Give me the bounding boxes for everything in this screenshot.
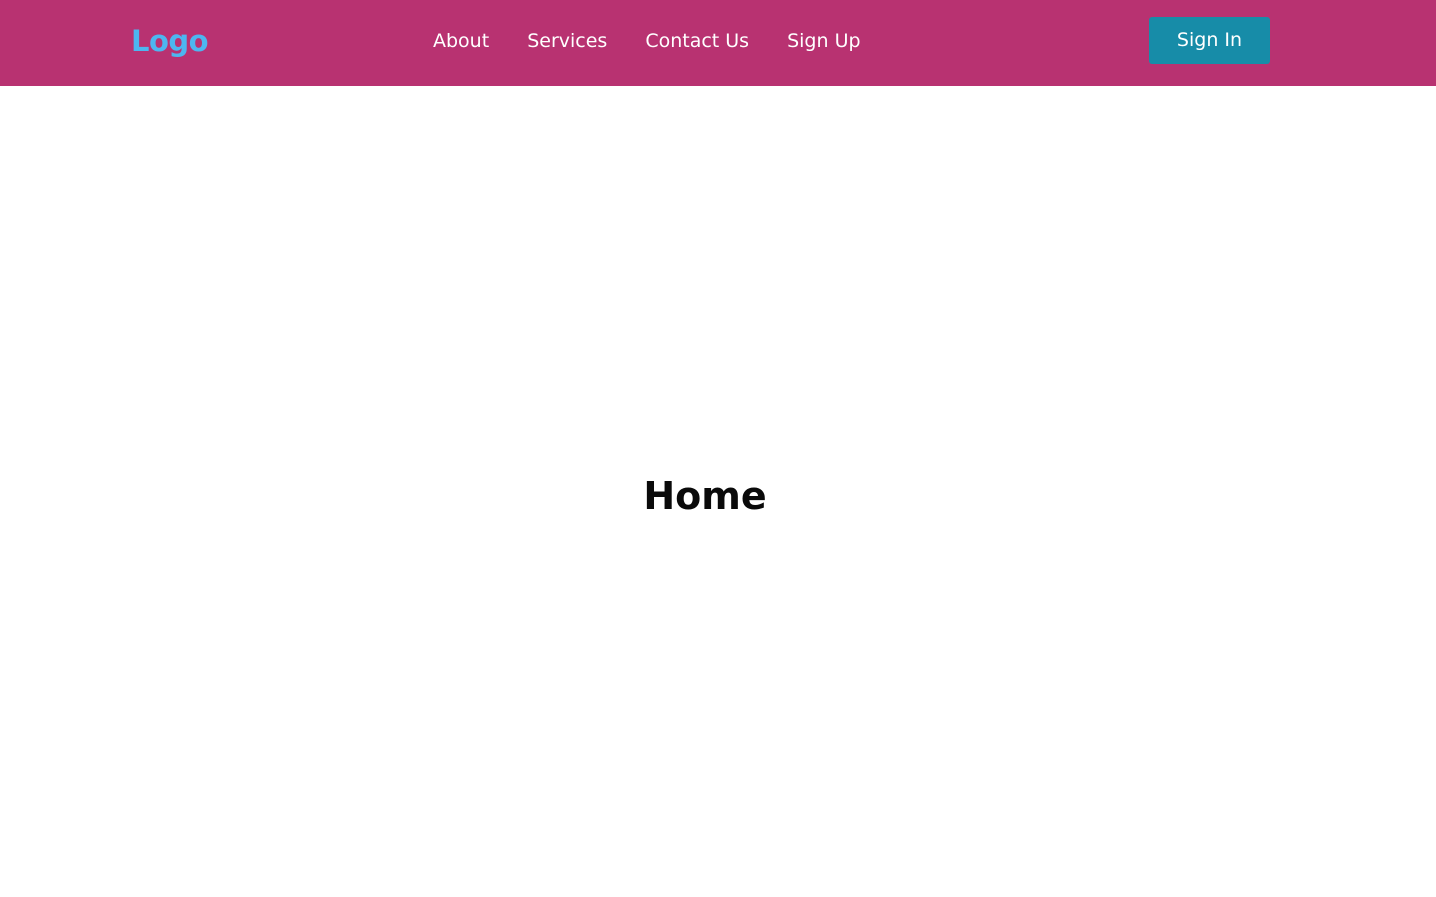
sign-in-button[interactable]: Sign In: [1149, 17, 1270, 64]
top-navbar: Logo About Services Contact Us Sign Up S…: [0, 0, 1436, 86]
main-content: Home: [0, 86, 1436, 897]
nav-link-contact-us[interactable]: Contact Us: [645, 26, 749, 56]
nav-link-about[interactable]: About: [433, 26, 489, 56]
nav-link-sign-up[interactable]: Sign Up: [787, 26, 860, 56]
logo[interactable]: Logo: [131, 22, 209, 60]
nav-link-services[interactable]: Services: [527, 26, 607, 56]
page-title: Home: [643, 474, 767, 518]
nav-menu: About Services Contact Us Sign Up: [433, 26, 861, 56]
